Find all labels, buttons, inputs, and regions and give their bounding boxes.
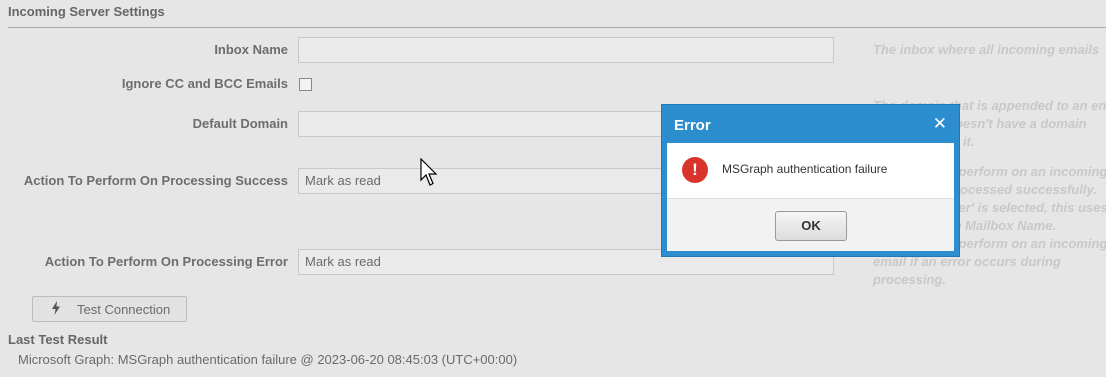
close-icon[interactable]: ✕	[933, 114, 947, 134]
help-success-1: o perform on an incoming	[947, 164, 1106, 179]
section-divider	[8, 27, 1106, 28]
lightning-bolt-icon	[51, 300, 65, 318]
dialog-message: MSGraph authentication failure	[722, 162, 888, 176]
help-success-2: processed successfully.	[947, 182, 1097, 197]
ignore-cc-checkbox[interactable]	[299, 78, 312, 91]
dialog-body: ! MSGraph authentication failure	[667, 143, 954, 198]
inbox-name-label: Inbox Name	[214, 42, 288, 57]
inbox-name-input[interactable]	[298, 37, 834, 63]
test-connection-label: Test Connection	[77, 301, 171, 317]
default-domain-label: Default Domain	[192, 116, 288, 131]
mouse-cursor-icon	[420, 158, 438, 186]
help-success-4: ve Mailbox Name.	[947, 218, 1057, 233]
help-error-1: o perform on an incoming	[947, 236, 1106, 251]
help-success-3: lder' is selected, this uses	[947, 200, 1106, 215]
section-title: Incoming Server Settings	[8, 4, 165, 19]
error-action-label: Action To Perform On Processing Error	[44, 254, 288, 269]
test-connection-button[interactable]: Test Connection	[32, 296, 187, 322]
dialog-header: Error ✕	[662, 105, 959, 143]
last-test-result-title: Last Test Result	[8, 332, 108, 347]
last-test-result-text: Microsoft Graph: MSGraph authentication …	[18, 352, 518, 367]
dialog-title: Error	[674, 117, 711, 134]
ok-button[interactable]: OK	[775, 211, 847, 241]
error-dialog: Error ✕ ! MSGraph authentication failure…	[661, 104, 960, 257]
error-icon: !	[682, 157, 708, 183]
help-error-3: processing.	[873, 272, 946, 287]
dialog-footer: OK	[667, 198, 954, 251]
ignore-cc-label: Ignore CC and BCC Emails	[121, 76, 288, 91]
success-action-label: Action To Perform On Processing Success	[23, 173, 288, 188]
help-inbox-name: The inbox where all incoming emails	[873, 42, 1100, 57]
help-default-domain-2: doesn't have a domain	[947, 116, 1087, 131]
